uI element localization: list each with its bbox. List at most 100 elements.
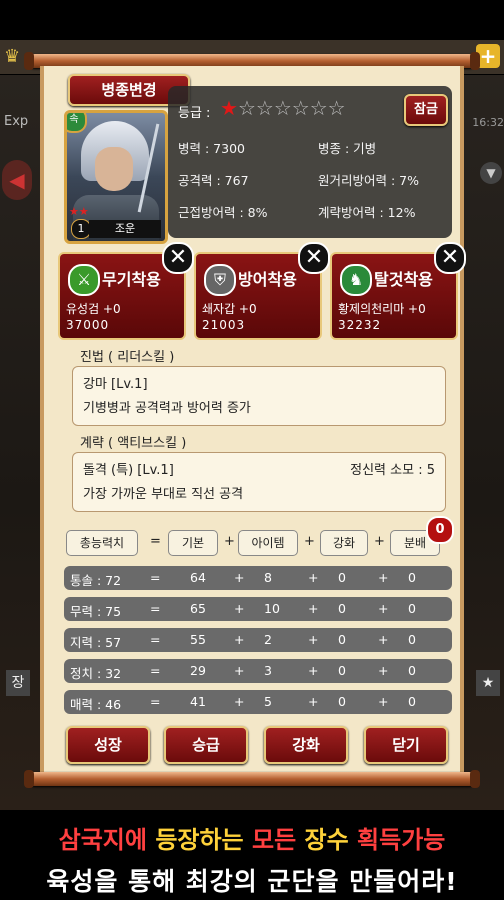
ability-enhance: 0 [338, 601, 346, 616]
equals-sign: = [150, 632, 161, 647]
portrait-stars: ★★ [69, 205, 89, 218]
ability-label: 지력 : 57 [70, 635, 122, 650]
side-right-button[interactable]: ★ [476, 670, 500, 696]
plus-sign: + [234, 601, 245, 616]
unequip-mount-button[interactable]: ✕ [434, 242, 466, 274]
ability-label: 정치 : 32 [70, 666, 122, 681]
close-button[interactable]: 닫기 [364, 726, 448, 764]
ability-distribute: 0 [408, 663, 416, 678]
active-skill-desc: 가장 가까운 부대로 직선 공격 [83, 487, 244, 502]
banner-part-c: 모든 [252, 826, 305, 854]
level-badge: 1 [71, 219, 91, 239]
ability-distribute: 0 [408, 632, 416, 647]
enhance-chip: 강화 [320, 530, 368, 556]
unequip-armor-button[interactable]: ✕ [298, 242, 330, 274]
time-label: 16:32 [472, 116, 504, 129]
scroll-rod-bottom [24, 770, 480, 788]
distribute-badge: 0 [426, 516, 454, 544]
stat-melee-defense: 근접방어력 : 8% [178, 205, 268, 220]
leader-skill-box: 강마 [Lv.1] 기병병과 공격력과 방어력 증가 [72, 366, 446, 426]
plus-sign: + [308, 570, 319, 585]
plus-sign: + [308, 632, 319, 647]
plus-sign: + [308, 601, 319, 616]
ability-label: 매력 : 46 [70, 697, 122, 712]
star-filled-icon: ★ [220, 96, 238, 120]
ability-base: 41 [190, 694, 206, 709]
ability-distribute: 0 [408, 694, 416, 709]
ability-distribute: 0 [408, 601, 416, 616]
ability-item: 3 [264, 663, 272, 678]
ability-formula-header: 총능력치 = 기본 + 아이템 + 강화 + 분배 0 [64, 516, 454, 558]
star-empty-icon: ☆ [291, 96, 310, 120]
ability-base: 55 [190, 632, 206, 647]
ability-label: 통솔 : 72 [70, 573, 122, 588]
general-detail-panel: 병종변경 속 ★★ 1 조운 등급 : ★☆☆☆☆☆☆ 잠금 병력 : 7300… [40, 66, 466, 774]
star-empty-icon: ☆ [237, 96, 256, 120]
ability-enhance: 0 [338, 694, 346, 709]
stat-unit-type: 병종 : 기병 [318, 141, 377, 156]
ability-label: 무력 : 75 [70, 604, 122, 619]
left-arrow-icon[interactable]: ◀ [2, 160, 32, 200]
ability-item: 5 [264, 694, 272, 709]
banner-line-1: 삼국지에 등장하는 모든 장수 획득가능 [0, 820, 504, 855]
equip-weapon-title: 무기착용 [102, 270, 161, 289]
active-skill-title: 계략 ( 액티브스킬 ) [80, 436, 187, 451]
horse-icon: ♞ [340, 264, 372, 296]
promo-banner: 삼국지에 등장하는 모든 장수 획득가능 육성을 통해 최강의 군단을 만들어라… [0, 810, 504, 900]
lock-button[interactable]: 잠금 [404, 94, 448, 126]
ability-item: 10 [264, 601, 280, 616]
equip-armor-slot[interactable]: ⛨ 방어착용 쇄자갑 +0 21003 ✕ [194, 242, 330, 340]
stat-attack: 공격력 : 767 [178, 173, 249, 188]
plus-sign: + [234, 694, 245, 709]
equals-sign: = [150, 534, 161, 549]
chevron-down-icon[interactable]: ▼ [480, 162, 502, 184]
grade-stars: ★☆☆☆☆☆☆ [220, 96, 346, 120]
promote-button[interactable]: 승급 [164, 726, 248, 764]
plus-sign: + [234, 632, 245, 647]
plus-sign: + [224, 534, 235, 549]
ability-base: 65 [190, 601, 206, 616]
ability-enhance: 0 [338, 663, 346, 678]
base-chip: 기본 [168, 530, 218, 556]
banner-part-e: 획득가능 [357, 826, 446, 854]
equip-mount-item: 황제의천리마 +0 [338, 302, 426, 316]
ability-item: 2 [264, 632, 272, 647]
ability-row: 지력 : 57 = 55 +2 +0 +0 [64, 628, 452, 652]
equals-sign: = [150, 601, 161, 616]
star-empty-icon: ☆ [309, 96, 328, 120]
stats-box: 등급 : ★☆☆☆☆☆☆ 잠금 병력 : 7300 병종 : 기병 공격력 : … [168, 86, 452, 238]
stat-ranged-defense: 원거리방어력 : 7% [318, 173, 419, 188]
plus-sign: + [374, 534, 385, 549]
ability-row: 통솔 : 72 = 64 +8 +0 +0 [64, 566, 452, 590]
total-chip: 총능력치 [66, 530, 138, 556]
equip-mount-slot[interactable]: ♞ 탈것착용 황제의천리마 +0 32232 ✕ [330, 242, 466, 340]
grow-button[interactable]: 성장 [66, 726, 150, 764]
active-skill-cost: 정신력 소모 : 5 [350, 463, 435, 478]
equip-weapon-slot[interactable]: ⚔ 무기착용 유성검 +0 37000 ✕ [58, 242, 194, 340]
plus-sign: + [378, 601, 389, 616]
unequip-weapon-button[interactable]: ✕ [162, 242, 194, 274]
plus-sign: + [378, 663, 389, 678]
plus-sign: + [378, 632, 389, 647]
active-skill-name: 돌격 (특) [Lv.1] [83, 463, 174, 478]
ability-enhance: 0 [338, 632, 346, 647]
plus-sign: + [304, 534, 315, 549]
ability-enhance: 0 [338, 570, 346, 585]
enhance-button[interactable]: 강화 [264, 726, 348, 764]
plus-sign: + [234, 570, 245, 585]
equip-mount-title: 탈것착용 [374, 270, 433, 289]
armor-icon: ⛨ [204, 264, 236, 296]
general-portrait: 속 ★★ 1 조운 [64, 110, 168, 244]
ability-row: 정치 : 32 = 29 +3 +0 +0 [64, 659, 452, 683]
side-left-button[interactable]: 장 [6, 670, 30, 696]
equip-mount-code: 32232 [338, 318, 382, 332]
active-skill-box: 돌격 (특) [Lv.1] 정신력 소모 : 5 가장 가까운 부대로 직선 공… [72, 452, 446, 512]
ability-base: 64 [190, 570, 206, 585]
stat-troops: 병력 : 7300 [178, 141, 245, 156]
equip-armor-title: 방어착용 [238, 270, 297, 289]
grade-label: 등급 : [178, 106, 211, 121]
plus-sign: + [308, 663, 319, 678]
plus-sign: + [234, 663, 245, 678]
equip-armor-code: 21003 [202, 318, 246, 332]
star-empty-icon: ☆ [273, 96, 292, 120]
